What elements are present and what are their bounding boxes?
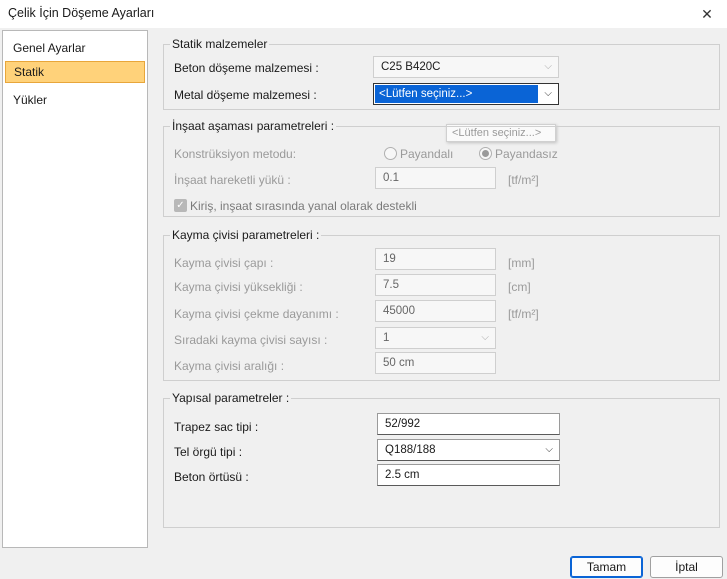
group-title: Kayma çivisi parametreleri : xyxy=(170,228,322,242)
settings-panel: Statik malzemeler Beton döşeme malzemesi… xyxy=(150,28,727,548)
kayma-row-label: Kayma çivisi çapı : xyxy=(174,256,274,270)
beton-ortusu-input[interactable]: 2.5 cm xyxy=(377,464,560,486)
method-label: Konstrüksiyon metodu: xyxy=(174,147,297,161)
cancel-button[interactable]: İptal xyxy=(650,556,723,578)
metal-malzeme-label: Metal döşeme malzemesi : xyxy=(174,88,317,102)
group-title: Statik malzemeler xyxy=(170,37,270,51)
tel-value: Q188/188 xyxy=(385,444,436,456)
kayma-row-label: Sıradaki kayma çivisi sayısı : xyxy=(174,333,328,347)
radio-payandali[interactable] xyxy=(384,147,397,160)
radio-payandali-label: Payandalı xyxy=(400,147,454,161)
chevron-down-icon: ⌵ xyxy=(544,88,552,99)
beton-ortusu-label: Beton örtüsü : xyxy=(174,470,249,484)
kayma-row-label: Kayma çivisi yüksekliği : xyxy=(174,280,303,294)
load-label: İnşaat hareketli yükü : xyxy=(174,173,291,187)
kayma-sayisi-select[interactable]: 1 ⌵ xyxy=(375,327,496,349)
chevron-down-icon: ⌵ xyxy=(545,444,553,455)
radio-payandasiz-label: Payandasız xyxy=(495,147,558,161)
close-icon[interactable]: ✕ xyxy=(697,4,717,24)
ok-button[interactable]: Tamam xyxy=(570,556,643,578)
check-label: Kiriş, inşaat sırasında yanal olarak des… xyxy=(190,199,417,213)
trapez-label: Trapez sac tipi : xyxy=(174,420,259,434)
beton-malzeme-value: C25 B420C xyxy=(381,61,441,73)
kayma-sayisi-value: 1 xyxy=(383,332,390,344)
trapez-input[interactable]: 52/992 xyxy=(377,413,560,435)
dialog-footer: Tamam İptal xyxy=(0,548,727,579)
radio-payandasiz[interactable] xyxy=(479,147,492,160)
chevron-down-icon: ⌵ xyxy=(481,332,489,343)
kayma-yukseklik-input[interactable]: 7.5 xyxy=(375,274,496,296)
kayma-row-label: Kayma çivisi çekme dayanımı : xyxy=(174,307,339,321)
group-title: Yapısal parametreler : xyxy=(170,391,292,405)
metal-malzeme-select[interactable]: <Lütfen seçiniz...> ⌵ xyxy=(373,83,559,105)
kayma-unit: [mm] xyxy=(508,256,535,270)
kayma-araligi-input[interactable]: 50 cm xyxy=(375,352,496,374)
load-input[interactable]: 0.1 xyxy=(375,167,496,189)
sidebar-item-yukler[interactable]: Yükler xyxy=(5,89,145,111)
sidebar: Genel Ayarlar Statik Yükler xyxy=(2,30,148,548)
beton-malzeme-select[interactable]: C25 B420C ⌵ xyxy=(373,56,559,78)
tel-label: Tel örgü tipi : xyxy=(174,445,243,459)
load-unit: [tf/m²] xyxy=(508,173,539,187)
kayma-dayanim-input[interactable]: 45000 xyxy=(375,300,496,322)
window-title: Çelik İçin Döşeme Ayarları xyxy=(8,6,155,20)
group-title: İnşaat aşaması parametreleri : xyxy=(170,119,337,133)
kayma-unit: [tf/m²] xyxy=(508,307,539,321)
beton-malzeme-label: Beton döşeme malzemesi : xyxy=(174,61,319,75)
sidebar-item-statik[interactable]: Statik xyxy=(5,61,145,83)
kayma-capi-input[interactable]: 19 xyxy=(375,248,496,270)
tel-select[interactable]: Q188/188 ⌵ xyxy=(377,439,560,461)
check-icon[interactable]: ✓ xyxy=(174,199,187,212)
kayma-row-label: Kayma çivisi aralığı : xyxy=(174,359,285,373)
kayma-unit: [cm] xyxy=(508,280,531,294)
sidebar-item-genel-ayarlar[interactable]: Genel Ayarlar xyxy=(5,37,145,59)
metal-malzeme-value: <Lütfen seçiniz...> xyxy=(375,85,538,103)
title-bar: Çelik İçin Döşeme Ayarları ✕ xyxy=(0,0,727,28)
chevron-down-icon: ⌵ xyxy=(544,61,552,72)
